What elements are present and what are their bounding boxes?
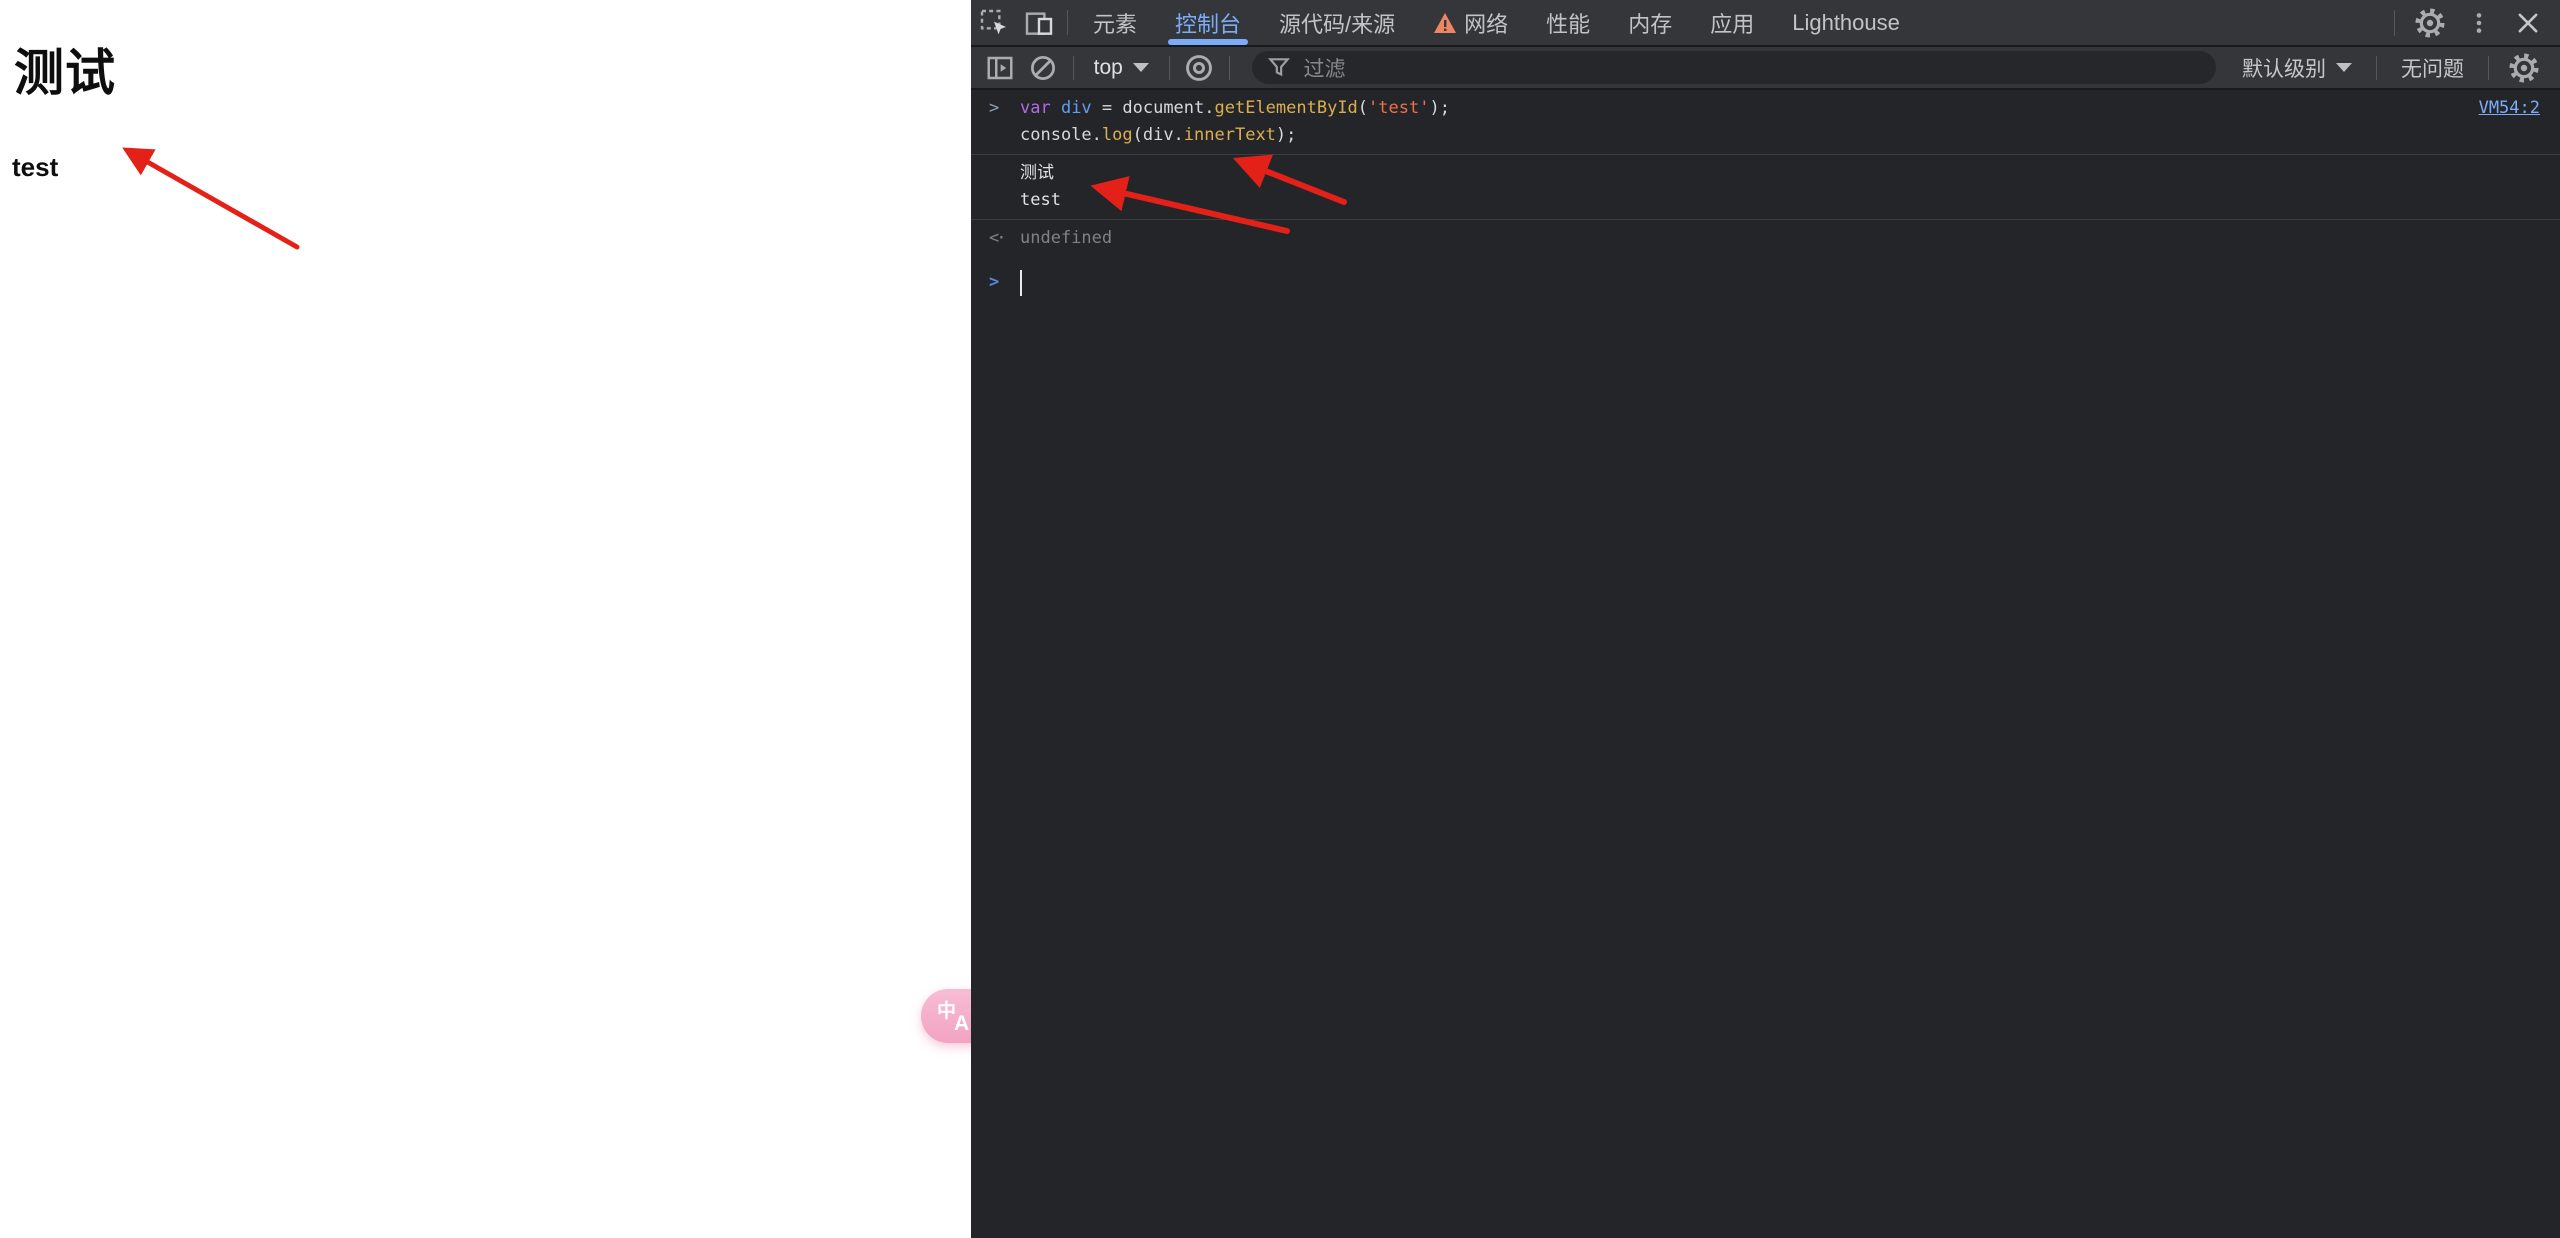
inspect-cursor-icon (978, 7, 1010, 39)
console-prompt[interactable]: > (971, 257, 2560, 296)
chevron-down-icon (1133, 63, 1149, 72)
tab-label: Lighthouse (1792, 10, 1900, 36)
close-devtools-button[interactable] (2505, 9, 2550, 37)
code-line: var div = document.getElementById('test'… (1020, 95, 2479, 122)
tab-label: 源代码/来源 (1279, 7, 1395, 39)
code-token-plain: console. (1020, 125, 1102, 145)
translate-icon: 中 A (921, 989, 971, 1043)
code-token-variable: div (1061, 98, 1092, 118)
code-token-function: getElementById (1215, 98, 1358, 118)
console-result-message: <· undefined (971, 220, 2560, 257)
divider (1229, 56, 1230, 80)
filter-funnel-icon (1266, 55, 1292, 81)
devtools-tabbar: 元素 控制台 源代码/来源 网络 性能 内存 应用 Lighthouse (971, 0, 2560, 47)
context-label: top (1094, 56, 1123, 80)
tab-应用[interactable]: 应用 (1691, 0, 1773, 45)
page-title: 测试 (14, 33, 971, 105)
code-token-function: innerText (1184, 125, 1276, 145)
gear-icon (2414, 7, 2446, 39)
code-token-function: log (1102, 125, 1133, 145)
console-input-echo: > var div = document.getElementById('tes… (971, 90, 2560, 155)
code-token-keyword: var (1020, 98, 1061, 118)
source-location-link[interactable]: VM54:2 (2479, 95, 2540, 122)
console-toolbar: top 过滤 默认级别 无问题 (971, 47, 2560, 90)
devtools-panel: 元素 控制台 源代码/来源 网络 性能 内存 应用 Lighthouse (971, 0, 2560, 1238)
devtools-tabs: 元素 控制台 源代码/来源 网络 性能 内存 应用 Lighthouse (1074, 0, 1919, 45)
code-token-plain: = document. (1092, 98, 1215, 118)
return-value-icon: <· (971, 225, 1020, 252)
tab-元素[interactable]: 元素 (1074, 0, 1156, 45)
filter-placeholder: 过滤 (1304, 53, 1346, 83)
tab-label: 网络 (1464, 7, 1508, 39)
toolbar-right-controls: 默认级别 无问题 (2230, 52, 2552, 84)
warning-triangle-icon (1433, 12, 1457, 34)
live-expression-button[interactable] (1178, 52, 1221, 84)
tab-label: 控制台 (1175, 7, 1241, 39)
code-token-plain: ); (1276, 125, 1296, 145)
divider (1073, 56, 1074, 80)
device-toolbar-button[interactable] (1016, 0, 1061, 45)
console-result-value: undefined (1020, 225, 2540, 252)
more-options-button[interactable] (2456, 10, 2501, 36)
tabbar-right-controls (2386, 0, 2560, 45)
browser-page: 测试 test 中 A (0, 0, 971, 1238)
kebab-menu-icon (2466, 10, 2492, 36)
tab-label: 内存 (1628, 7, 1672, 39)
clear-console-button[interactable] (1022, 53, 1065, 83)
settings-button[interactable] (2407, 7, 2452, 39)
sidebar-toggle-icon (985, 53, 1015, 83)
gear-icon (2508, 52, 2540, 84)
divider (2394, 10, 2395, 36)
tab-label: 元素 (1093, 7, 1137, 39)
tab-内存[interactable]: 内存 (1609, 0, 1691, 45)
console-settings-button[interactable] (2501, 52, 2546, 84)
execution-context-selector[interactable]: top (1082, 56, 1161, 80)
console-messages: > var div = document.getElementById('tes… (971, 90, 2560, 296)
console-log-message: 测试test (971, 155, 2560, 220)
tab-label: 性能 (1546, 7, 1590, 39)
tab-控制台[interactable]: 控制台 (1156, 0, 1260, 45)
divider (2376, 56, 2377, 80)
issues-counter[interactable]: 无问题 (2389, 53, 2476, 83)
tab-性能[interactable]: 性能 (1527, 0, 1609, 45)
console-filter-input[interactable]: 过滤 (1252, 51, 2216, 84)
console-input-chevron-icon: > (971, 95, 1020, 122)
code-token-plain: ( (1358, 98, 1368, 118)
log-level-selector[interactable]: 默认级别 (2230, 53, 2364, 83)
inspect-element-button[interactable] (971, 0, 1016, 45)
code-token-plain: (div. (1133, 125, 1184, 145)
divider (1169, 56, 1170, 80)
tab-网络[interactable]: 网络 (1414, 0, 1527, 45)
log-line: 测试 (1020, 160, 2540, 187)
text-cursor (1020, 270, 1022, 296)
console-sidebar-toggle[interactable] (979, 53, 1022, 83)
ime-language-badge[interactable]: 中 A (921, 989, 971, 1043)
prompt-chevron-icon: > (989, 269, 999, 296)
device-toolbar-icon (1023, 7, 1055, 39)
divider (1067, 10, 1068, 35)
code-token-plain: ); (1429, 98, 1449, 118)
clear-console-icon (1028, 53, 1058, 83)
tab-源代码/来源[interactable]: 源代码/来源 (1260, 0, 1414, 45)
console-input-code: var div = document.getElementById('test'… (1020, 95, 2479, 149)
eye-icon (1183, 52, 1215, 84)
code-line: console.log(div.innerText); (1020, 122, 2479, 149)
page-body-text: test (12, 152, 971, 183)
log-line: test (1020, 187, 2540, 214)
console-log-output: 测试test (1020, 160, 2540, 214)
tab-Lighthouse[interactable]: Lighthouse (1773, 0, 1919, 45)
close-icon (2514, 9, 2542, 37)
divider (2488, 56, 2489, 80)
tab-label: 应用 (1710, 7, 1754, 39)
code-token-string: 'test' (1368, 98, 1429, 118)
chevron-down-icon (2336, 63, 2352, 72)
